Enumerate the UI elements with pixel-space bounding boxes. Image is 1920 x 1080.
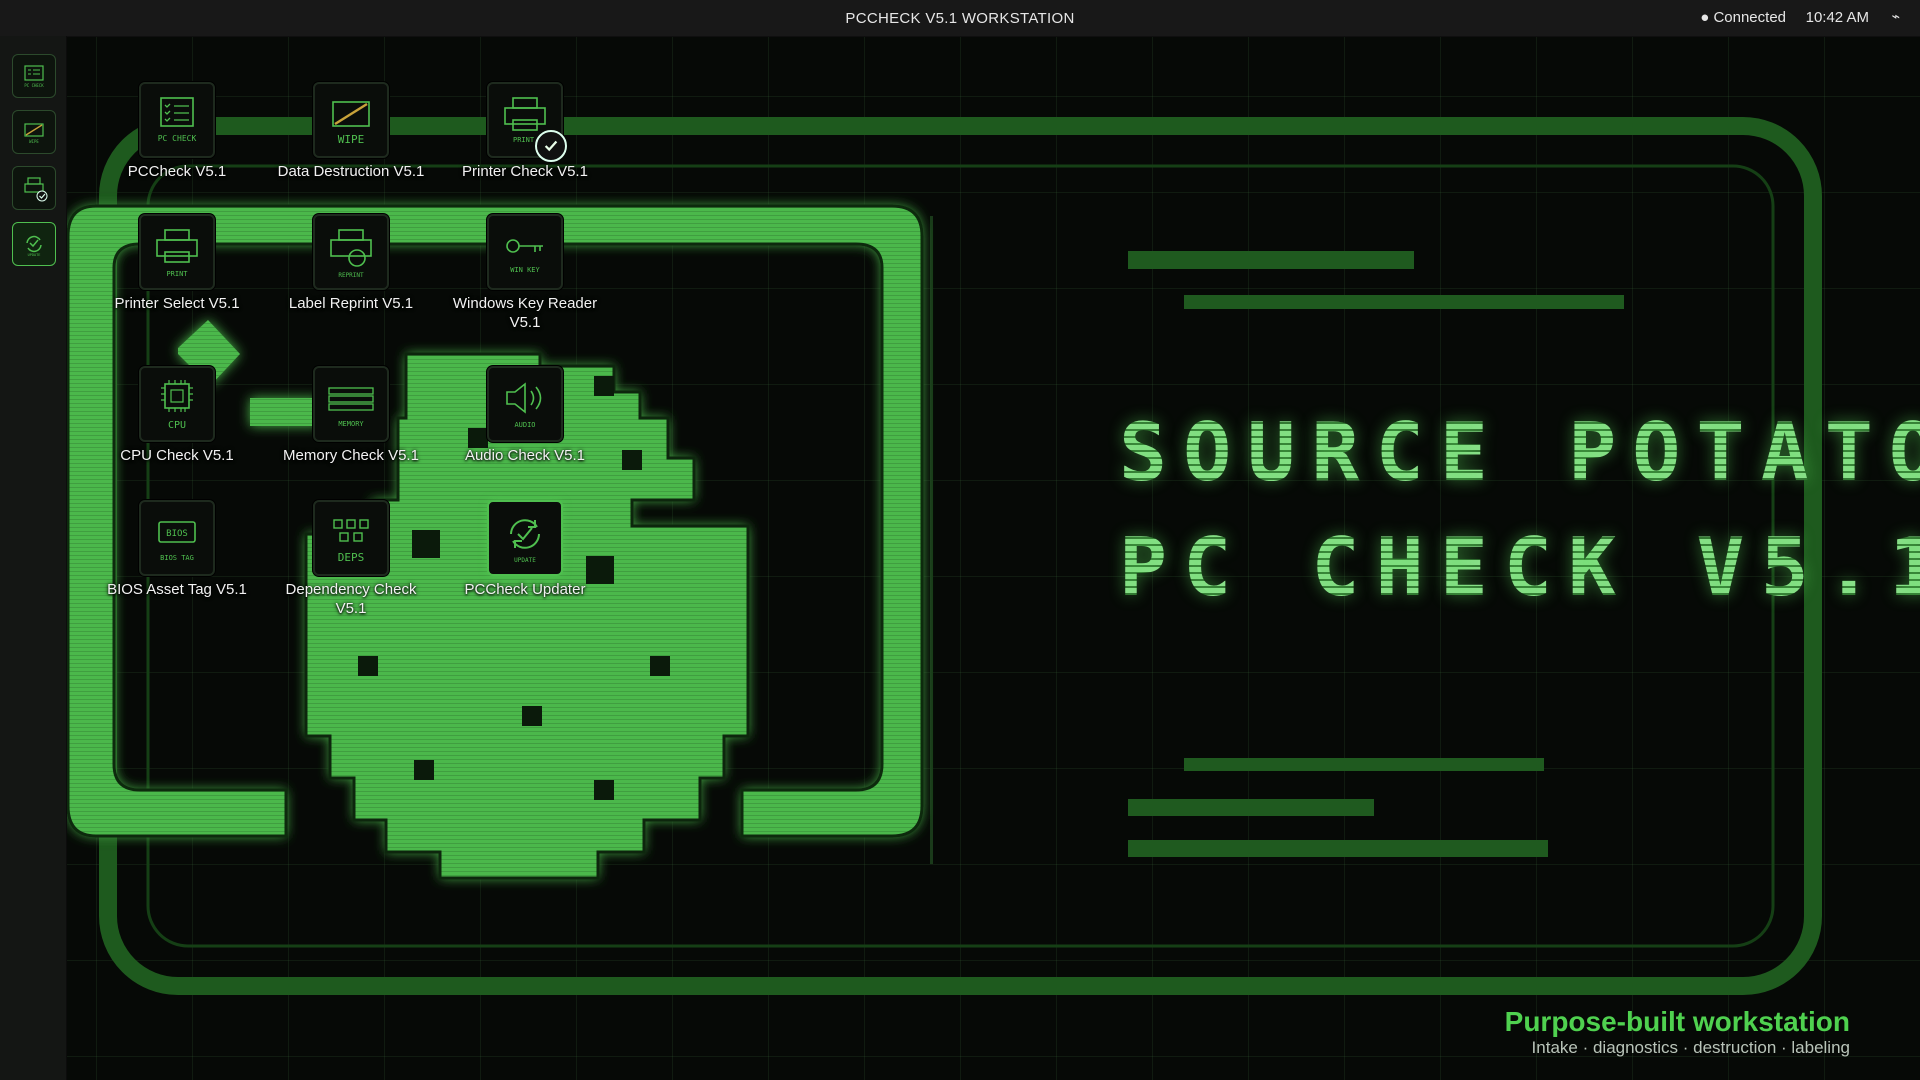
- svg-text:WIN KEY: WIN KEY: [510, 266, 540, 274]
- icon-label: CPU Check V5.1: [120, 447, 234, 464]
- svg-text:BIOS TAG: BIOS TAG: [160, 554, 194, 562]
- icon-label: PCCheck Updater: [464, 581, 586, 598]
- checklist-icon: PC CHECK: [24, 65, 44, 88]
- desktop-icon-data-destruction[interactable]: WIPE Data Destruction V5.1: [273, 82, 429, 181]
- wipe-icon: WIPE: [24, 123, 44, 144]
- reprint-icon: REPRINT: [330, 229, 372, 279]
- dock-item-wipe[interactable]: WIPE: [12, 110, 56, 154]
- svg-text:WIPE: WIPE: [338, 133, 365, 146]
- audio-icon-box: AUDIO: [487, 366, 563, 442]
- tagline: Purpose-built workstation: [1504, 1006, 1850, 1037]
- label-reprint-icon-box: REPRINT: [313, 214, 389, 290]
- desktop-icon-audio-check[interactable]: AUDIO Audio Check V5.1: [447, 366, 603, 465]
- brand-line-1-text: SOURCE POTATO: [1119, 406, 1920, 499]
- desktop-icon-pccheck-updater[interactable]: UPDATE PCCheck Updater: [447, 500, 603, 599]
- svg-text:UPDATE: UPDATE: [514, 557, 536, 564]
- icon-label: Printer Check V5.1: [462, 163, 588, 180]
- desktop-icon-pccheck[interactable]: PC CHECK PCCheck V5.1: [99, 82, 255, 181]
- svg-text:PRINT: PRINT: [166, 270, 188, 278]
- bios-icon: BIOS BIOS TAG: [158, 521, 196, 562]
- deps-icon: DEPS: [333, 519, 369, 564]
- cpu-icon-box: CPU: [139, 366, 215, 442]
- data-destruction-icon-box: WIPE: [313, 82, 389, 158]
- desktop-icon-label-reprint[interactable]: REPRINT Label Reprint V5.1: [273, 214, 429, 313]
- windows-key-icon-box: WIN KEY: [487, 214, 563, 290]
- svg-text:CPU: CPU: [168, 420, 186, 431]
- deps-icon-box: DEPS: [313, 500, 389, 576]
- update-icon: UPDATE: [510, 519, 540, 564]
- icon-label: Label Reprint V5.1: [288, 295, 414, 312]
- svg-text:PRINT: PRINT: [513, 136, 535, 144]
- desktop-icon-printer-select[interactable]: PRINT Printer Select V5.1: [99, 214, 255, 313]
- svg-text:DEPS: DEPS: [338, 551, 365, 564]
- check-badge-icon: [535, 130, 567, 162]
- desktop-icon-cpu-check[interactable]: CPU CPU Check V5.1: [99, 366, 255, 465]
- svg-text:MEMORY: MEMORY: [338, 420, 364, 428]
- svg-text:BIOS: BIOS: [166, 529, 188, 539]
- power-icon[interactable]: ⌁: [1892, 8, 1900, 25]
- icon-label: Audio Check V5.1: [464, 447, 586, 464]
- audio-icon: AUDIO: [506, 382, 542, 429]
- clock[interactable]: 10:42 AM: [1806, 9, 1869, 26]
- brand-line-2: PC CHECK V5.1: [1106, 521, 1920, 614]
- icon-label: BIOS Asset Tag V5.1: [107, 581, 247, 598]
- window-title: PCCHECK V5.1 WORKSTATION: [845, 10, 1075, 27]
- icon-label: PCCheck V5.1: [127, 163, 227, 180]
- checklist-icon: PC CHECK: [158, 97, 197, 143]
- desktop-icon-windows-key-reader[interactable]: WIN KEY Windows Key Reader V5.1: [447, 214, 603, 332]
- update-icon: UPDATE: [26, 235, 42, 257]
- printer-icon: PRINT: [156, 229, 198, 278]
- bios-icon-box: BIOS BIOS TAG: [139, 500, 215, 576]
- desktop-icon-bios-asset-tag[interactable]: BIOS BIOS TAG BIOS Asset Tag V5.1: [99, 500, 255, 599]
- dock-item-updater[interactable]: UPDATE: [12, 222, 56, 266]
- updater-icon-box: UPDATE: [487, 500, 563, 576]
- subtagline: Intake · diagnostics · destruction · lab…: [1531, 1038, 1850, 1057]
- dock-item-pccheck[interactable]: PC CHECK: [12, 54, 56, 98]
- svg-text:PC CHECK: PC CHECK: [24, 83, 44, 88]
- dock-item-printer-check[interactable]: [12, 166, 56, 210]
- icon-label: Dependency Check V5.1: [285, 581, 417, 617]
- desktop-icon-memory-check[interactable]: MEMORY Memory Check V5.1: [273, 366, 429, 465]
- cpu-icon: CPU: [161, 380, 193, 431]
- icon-label: Memory Check V5.1: [283, 447, 419, 464]
- memory-icon: MEMORY: [328, 387, 374, 428]
- key-icon: WIN KEY: [506, 239, 543, 274]
- printer-check-icon: [24, 177, 48, 202]
- desktop-icon-printer-check[interactable]: PRINT Printer Check V5.1: [447, 82, 603, 181]
- desktop-icon-dependency-check[interactable]: DEPS Dependency Check V5.1: [273, 500, 429, 618]
- connection-status[interactable]: ● Connected: [1700, 9, 1786, 26]
- dock: PC CHECK WIPE UPDATE: [0, 36, 67, 1080]
- printer-check-icon-box: PRINT: [487, 82, 567, 162]
- icon-label: Windows Key Reader V5.1: [452, 295, 598, 331]
- icon-label: Printer Select V5.1: [114, 295, 240, 312]
- brand-line-2-text: PC CHECK V5.1: [1119, 521, 1920, 614]
- printer-select-icon-box: PRINT: [139, 214, 215, 290]
- brand-line-1: SOURCE POTATO: [1106, 406, 1920, 499]
- wipe-icon: WIPE: [332, 101, 370, 146]
- svg-text:AUDIO: AUDIO: [514, 421, 535, 429]
- svg-text:WIPE: WIPE: [29, 139, 39, 144]
- svg-text:REPRINT: REPRINT: [338, 272, 364, 279]
- pccheck-icon-box: PC CHECK: [139, 82, 215, 158]
- icon-label: Data Destruction V5.1: [277, 163, 425, 180]
- svg-text:PC CHECK: PC CHECK: [158, 134, 197, 143]
- memory-icon-box: MEMORY: [313, 366, 389, 442]
- svg-text:UPDATE: UPDATE: [28, 253, 41, 257]
- top-bar: PCCHECK V5.1 WORKSTATION ● Connected 10:…: [0, 0, 1920, 37]
